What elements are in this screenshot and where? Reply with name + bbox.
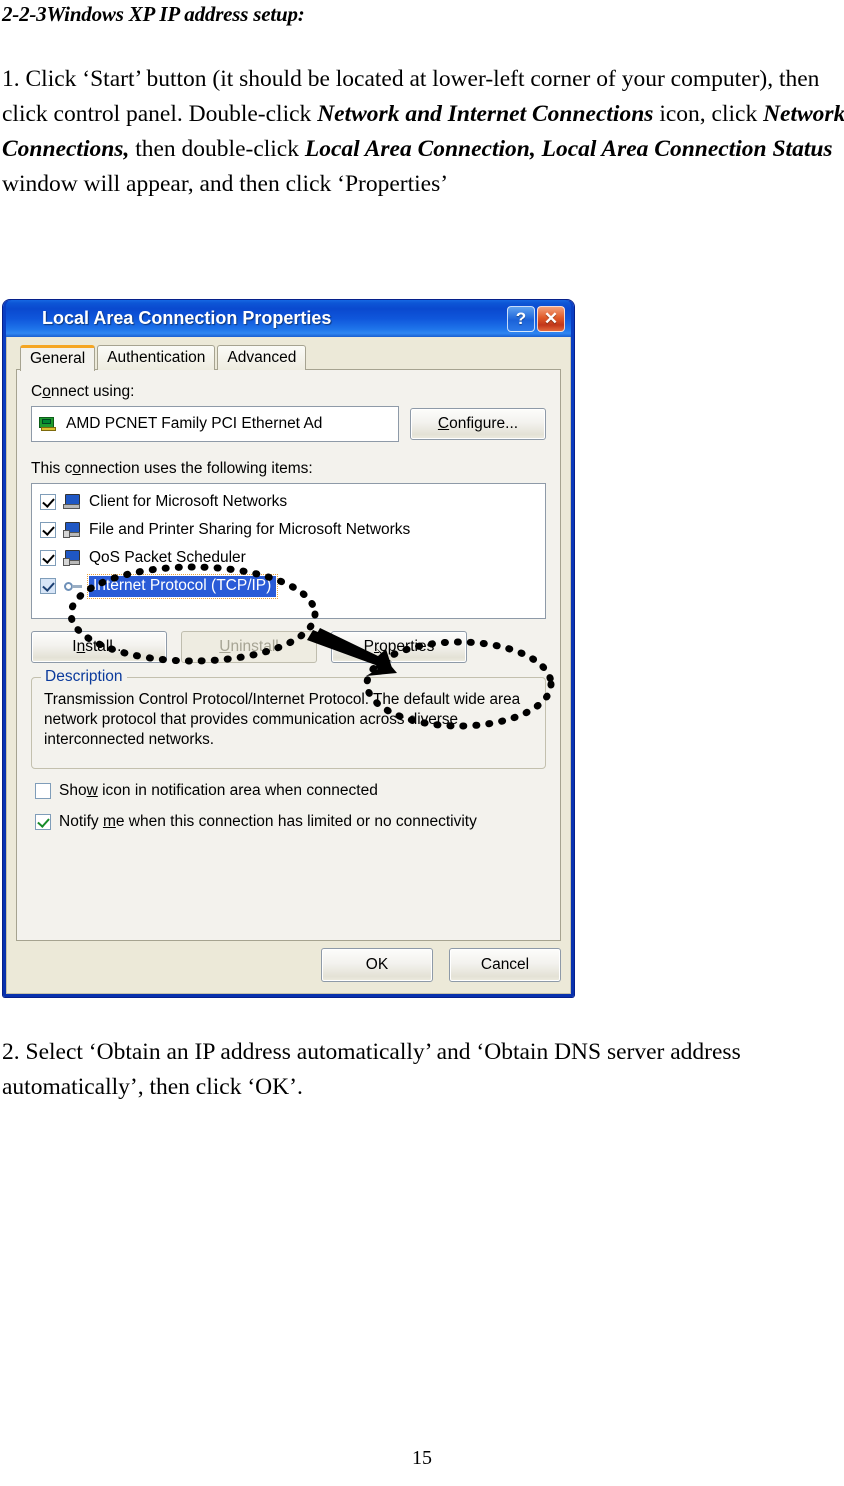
list-item-internet-protocol[interactable]: Internet Protocol (TCP/IP) [37, 572, 542, 600]
network-items-list[interactable]: Client for Microsoft Networks File and P… [31, 483, 546, 619]
file-sharing-icon [63, 521, 82, 539]
dialog-footer: OK Cancel [321, 948, 561, 982]
show-icon-checkbox[interactable] [35, 783, 51, 799]
configure-button[interactable]: Configure... [410, 408, 546, 440]
item-action-buttons: Install... Uninstall Properties [31, 631, 546, 663]
local-area-connection-properties-dialog: Local Area Connection Properties ? ✕ Gen… [3, 300, 574, 997]
items-list-label: This connection uses the following items… [31, 460, 313, 477]
list-item[interactable]: Client for Microsoft Networks [37, 488, 542, 516]
network-connection-icon [14, 308, 36, 330]
list-item-label: Internet Protocol (TCP/IP) [86, 573, 279, 599]
install-button[interactable]: Install... [31, 631, 167, 663]
tab-authentication[interactable]: Authentication [97, 345, 216, 370]
network-adapter-icon [39, 416, 57, 432]
adapter-field[interactable]: AMD PCNET Family PCI Ethernet Ad [31, 406, 399, 442]
connect-using-label: Connect using: [31, 383, 135, 400]
client-computer-icon [63, 493, 82, 511]
item-checkbox[interactable] [40, 522, 56, 538]
uninstall-button: Uninstall [181, 631, 317, 663]
item-checkbox[interactable] [40, 578, 56, 594]
description-groupbox: Description Transmission Control Protoco… [31, 668, 546, 769]
body-text: then double-click [129, 136, 305, 162]
body-text: icon, click [653, 101, 764, 127]
item-checkbox[interactable] [40, 550, 56, 566]
titlebar-buttons: ? ✕ [507, 305, 567, 332]
item-checkbox[interactable] [40, 494, 56, 510]
description-text: Transmission Control Protocol/Internet P… [44, 691, 521, 748]
cancel-button[interactable]: Cancel [449, 948, 561, 982]
list-item[interactable]: QoS Packet Scheduler [37, 544, 542, 572]
page-title: 2-2-3Windows XP IP address setup: [2, 2, 305, 26]
body-text: window will appear, and then click ‘Prop… [2, 171, 449, 197]
ok-button[interactable]: OK [321, 948, 433, 982]
show-icon-label: Show icon in notification area when conn… [59, 782, 378, 799]
instruction-paragraph-2: 2. Select ‘Obtain an IP address automati… [2, 1039, 741, 1100]
qos-scheduler-icon [63, 549, 82, 567]
general-tab-panel: Connect using: AMD PCNET Family PCI Ethe… [16, 369, 561, 941]
description-title: Description [41, 668, 127, 686]
notify-option[interactable]: Notify me when this connection has limit… [31, 813, 546, 831]
notify-label: Notify me when this connection has limit… [59, 813, 477, 830]
list-item-label: QoS Packet Scheduler [89, 549, 246, 566]
show-icon-option[interactable]: Show icon in notification area when conn… [31, 782, 546, 800]
notify-checkbox[interactable] [35, 814, 51, 830]
tab-general[interactable]: General [20, 345, 96, 371]
properties-button[interactable]: Properties [331, 631, 467, 663]
help-icon[interactable]: ? [507, 305, 535, 332]
protocol-icon [63, 578, 82, 595]
connect-using-row: AMD PCNET Family PCI Ethernet Ad Configu… [31, 406, 546, 442]
list-item-label: Client for Microsoft Networks [89, 493, 288, 510]
close-icon[interactable]: ✕ [537, 305, 565, 332]
tab-bar: General Authentication Advanced [16, 345, 561, 371]
emphasis-text: Local Area Connection, Local Area Connec… [304, 136, 833, 162]
list-item-label: File and Printer Sharing for Microsoft N… [89, 521, 411, 538]
emphasis-text: Network and Internet Connections [317, 101, 654, 127]
dialog-body: General Authentication Advanced Connect … [6, 337, 571, 994]
instruction-paragraph-1: 1. Click ‘Start’ button (it should be lo… [2, 62, 844, 202]
tab-advanced[interactable]: Advanced [217, 345, 307, 370]
dialog-title: Local Area Connection Properties [42, 308, 332, 328]
dialog-titlebar[interactable]: Local Area Connection Properties ? ✕ [6, 300, 571, 337]
adapter-name: AMD PCNET Family PCI Ethernet Ad [66, 415, 323, 432]
list-item[interactable]: File and Printer Sharing for Microsoft N… [37, 516, 542, 544]
page-number: 15 [412, 1447, 432, 1469]
